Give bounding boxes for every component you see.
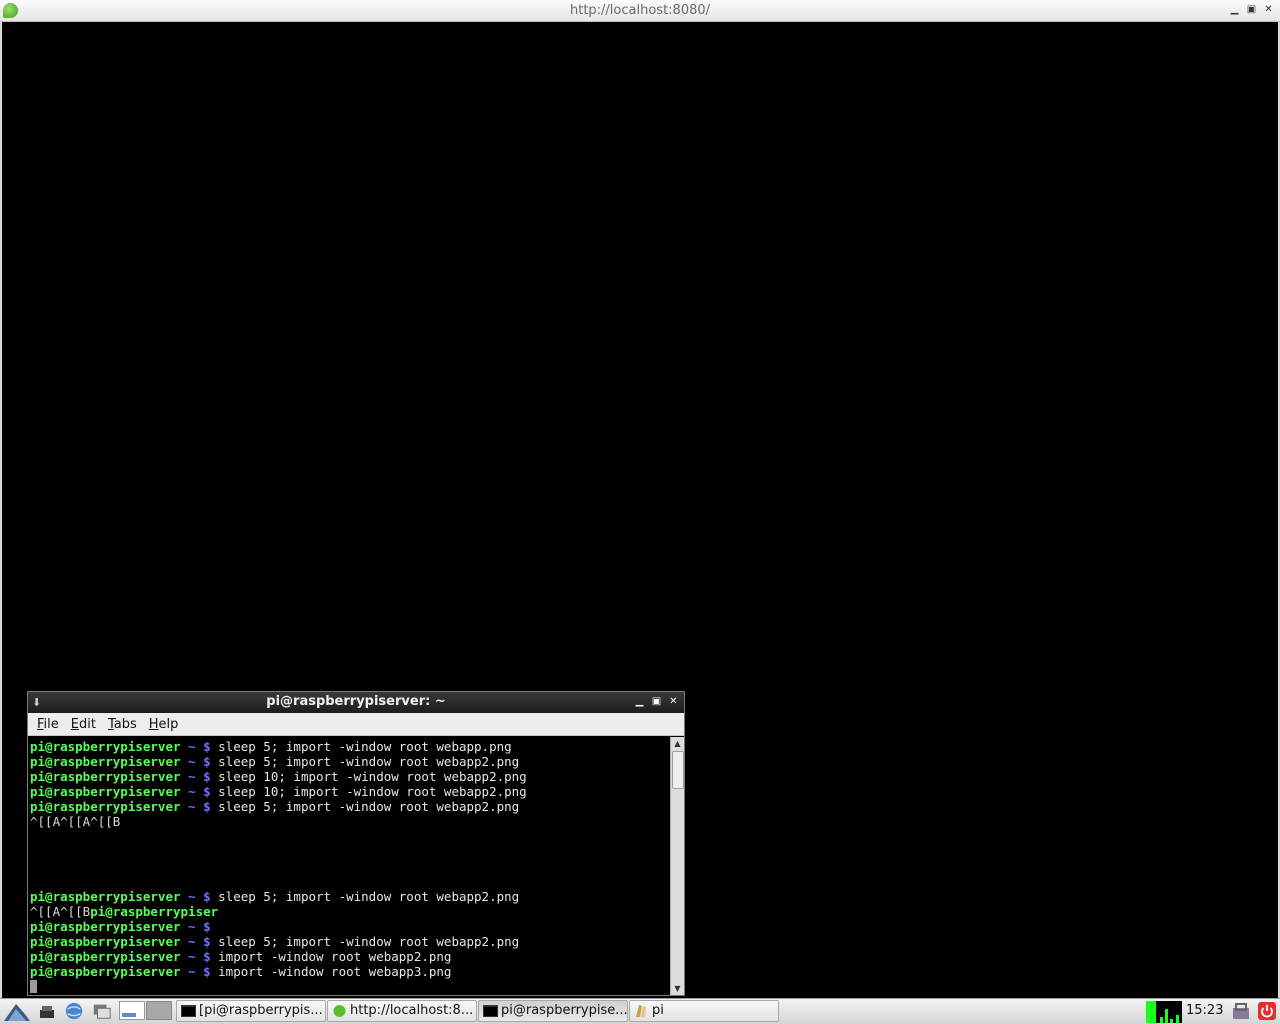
command-text: sleep 10; import -window root webapp2.pn… bbox=[218, 784, 527, 799]
terminal-line: pi@raspberrypiserver ~ $ sleep 10; impor… bbox=[30, 784, 670, 799]
terminal-window-controls: ▁ ▣ ✕ bbox=[634, 695, 679, 709]
minimize-icon[interactable]: ▁ bbox=[634, 695, 645, 709]
scroll-up-icon[interactable]: ▲ bbox=[671, 737, 684, 750]
command-text: import -window root webapp3.png bbox=[218, 964, 452, 979]
taskbar: [pi@raspberrypis... http://localhost:8..… bbox=[0, 998, 1280, 1024]
scroll-down-icon[interactable]: ▼ bbox=[671, 982, 684, 995]
prompt-user-host: pi@raspberrypiserver bbox=[30, 889, 181, 904]
task-label: pi bbox=[652, 1003, 664, 1018]
task-label: pi@raspberrypise... bbox=[501, 1003, 628, 1018]
terminal-output[interactable]: pi@raspberrypiserver ~ $ sleep 5; import… bbox=[28, 737, 670, 995]
menu-tabs[interactable]: Tabs bbox=[103, 717, 142, 732]
clock[interactable]: 15:23 bbox=[1186, 1003, 1223, 1018]
prompt-path: ~ $ bbox=[180, 889, 219, 904]
prompt-user-host: pi@raspberrypiserver bbox=[30, 799, 181, 814]
browser-titlebar[interactable]: http://localhost:8080/ ▁ ▣ ✕ bbox=[0, 0, 1280, 22]
terminal-line: pi@raspberrypiserver ~ $ sleep 5; import… bbox=[30, 754, 670, 769]
browser-leaf-icon bbox=[333, 1005, 346, 1017]
terminal-raw-text: ^[[A^[[B bbox=[30, 904, 91, 919]
terminal-window[interactable]: ⬇ pi@raspberrypiserver: ~ ▁ ▣ ✕ File Edi… bbox=[27, 691, 685, 996]
terminal-scrollbar[interactable]: ▲ ▼ bbox=[670, 737, 684, 995]
terminal-titlebar[interactable]: ⬇ pi@raspberrypiserver: ~ ▁ ▣ ✕ bbox=[28, 692, 684, 713]
prompt-user-host: pi@raspberrypiserver bbox=[30, 949, 181, 964]
task-terminal-2[interactable]: pi@raspberrypise... bbox=[478, 1000, 628, 1022]
command-text: sleep 5; import -window root webapp2.png bbox=[218, 799, 520, 814]
start-menu-icon[interactable] bbox=[2, 1001, 32, 1023]
prompt-path: ~ $ bbox=[180, 949, 219, 964]
terminal-line: ^[[A^[[Bpi@raspberrypiser bbox=[30, 904, 670, 919]
desktop-pager-2[interactable] bbox=[146, 1001, 172, 1020]
terminal-line: pi@raspberrypiserver ~ $ bbox=[30, 919, 670, 934]
scrollbar-thumb[interactable] bbox=[672, 751, 684, 789]
prompt-path: ~ $ bbox=[180, 964, 219, 979]
terminal-raw-text: ^[[A^[[A^[[B bbox=[30, 814, 121, 829]
task-label: [pi@raspberrypis... bbox=[199, 1003, 323, 1018]
folder-icon bbox=[636, 1005, 646, 1017]
prompt-path: ~ $ bbox=[180, 784, 219, 799]
terminal-line: pi@raspberrypiserver ~ $ sleep 10; impor… bbox=[30, 769, 670, 784]
command-text: import -window root webapp2.png bbox=[218, 949, 452, 964]
prompt-path: ~ $ bbox=[180, 919, 211, 934]
file-manager-icon[interactable] bbox=[91, 1001, 113, 1021]
lock-screen-icon[interactable] bbox=[1231, 1001, 1251, 1021]
terminal-line: pi@raspberrypiserver ~ $ import -window … bbox=[30, 949, 670, 964]
prompt-user-host: pi@raspberrypiserver bbox=[30, 964, 181, 979]
menu-edit[interactable]: Edit bbox=[66, 717, 101, 732]
prompt-user-host: pi@raspberrypiserver bbox=[30, 739, 181, 754]
close-icon[interactable]: ✕ bbox=[668, 695, 679, 709]
terminal-line: pi@raspberrypiserver ~ $ sleep 5; import… bbox=[30, 739, 670, 754]
terminal-line: ^[[A^[[A^[[B bbox=[30, 814, 670, 829]
prompt-user-host: pi@raspberrypiserver bbox=[30, 784, 181, 799]
task-browser[interactable]: http://localhost:8... bbox=[327, 1000, 477, 1022]
prompt-path: ~ $ bbox=[180, 799, 219, 814]
desktop-pager-1[interactable] bbox=[119, 1001, 145, 1020]
command-text: sleep 5; import -window root webapp2.png bbox=[218, 889, 520, 904]
browser-title: http://localhost:8080/ bbox=[569, 3, 711, 18]
terminal-title: pi@raspberrypiserver: ~ bbox=[266, 694, 446, 709]
terminal-cursor-line bbox=[30, 979, 670, 994]
prompt-path: ~ $ bbox=[180, 769, 219, 784]
maximize-icon[interactable]: ▣ bbox=[651, 695, 662, 709]
prompt-path: ~ $ bbox=[180, 739, 219, 754]
prompt-user-host: pi@raspberrypiserver bbox=[30, 769, 181, 784]
terminal-menubar: File Edit Tabs Help bbox=[28, 713, 684, 736]
prompt-user-host: pi@raspberrypiser bbox=[90, 904, 219, 919]
power-icon[interactable] bbox=[1257, 1001, 1277, 1021]
task-file-manager[interactable]: pi bbox=[629, 1000, 779, 1022]
terminal-icon bbox=[483, 1005, 498, 1017]
command-text: sleep 5; import -window root webapp.png bbox=[218, 739, 512, 754]
close-icon[interactable]: ✕ bbox=[1263, 4, 1274, 16]
command-text: sleep 5; import -window root webapp2.png bbox=[218, 754, 520, 769]
prompt-user-host: pi@raspberrypiserver bbox=[30, 919, 181, 934]
terminal-line: pi@raspberrypiserver ~ $ sleep 5; import… bbox=[30, 934, 670, 949]
menu-file[interactable]: File bbox=[32, 717, 64, 732]
cpu-monitor-graph bbox=[1146, 1001, 1182, 1023]
prompt-user-host: pi@raspberrypiserver bbox=[30, 934, 181, 949]
prompt-path: ~ $ bbox=[180, 754, 219, 769]
web-browser-globe-icon[interactable] bbox=[63, 1001, 85, 1021]
command-text: sleep 10; import -window root webapp2.pn… bbox=[218, 769, 527, 784]
terminal-icon bbox=[181, 1005, 196, 1017]
terminal-cursor bbox=[30, 980, 37, 993]
terminal-line: pi@raspberrypiserver ~ $ sleep 5; import… bbox=[30, 889, 670, 904]
show-desktop-icon[interactable] bbox=[38, 1001, 56, 1021]
menu-help[interactable]: Help bbox=[144, 717, 184, 732]
task-terminal-1[interactable]: [pi@raspberrypis... bbox=[176, 1000, 326, 1022]
task-label: http://localhost:8... bbox=[350, 1003, 474, 1018]
browser-window-controls: ▁ ▣ ✕ bbox=[1229, 4, 1274, 16]
terminal-line: pi@raspberrypiserver ~ $ import -window … bbox=[30, 964, 670, 979]
prompt-path: ~ $ bbox=[180, 934, 219, 949]
minimize-icon[interactable]: ▁ bbox=[1229, 4, 1240, 16]
terminal-line: pi@raspberrypiserver ~ $ sleep 5; import… bbox=[30, 799, 670, 814]
prompt-user-host: pi@raspberrypiserver bbox=[30, 754, 181, 769]
maximize-icon[interactable]: ▣ bbox=[1246, 4, 1257, 16]
command-text: sleep 5; import -window root webapp2.png bbox=[218, 934, 520, 949]
